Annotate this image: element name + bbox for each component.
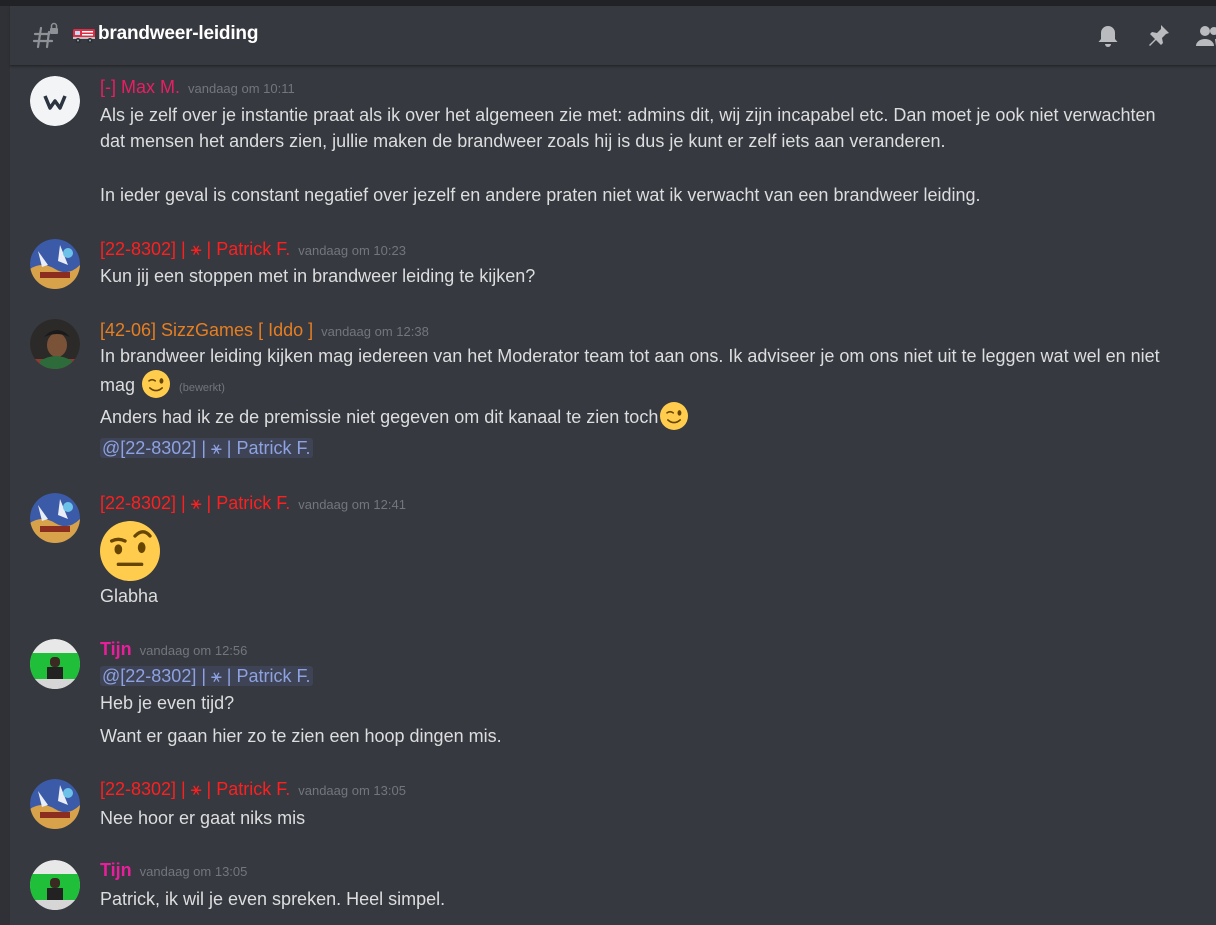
message-text-with-emoji: mag (bewerkt) xyxy=(100,370,1210,402)
author-name[interactable]: Tijn xyxy=(100,860,132,880)
bell-icon[interactable] xyxy=(1094,22,1122,50)
timestamp: vandaag om 12:38 xyxy=(321,324,429,339)
avatar-patrick[interactable] xyxy=(30,239,80,289)
user-mention[interactable]: @[22-8302] | ⚹ | Patrick F. xyxy=(100,438,313,458)
author-name[interactable]: Tijn xyxy=(100,639,132,659)
author-name[interactable]: [-] Max M. xyxy=(100,77,180,97)
author-name[interactable]: [22-8302] | ⚹ | Patrick F. xyxy=(100,239,290,259)
timestamp: vandaag om 12:56 xyxy=(139,643,248,658)
timestamp: vandaag om 13:05 xyxy=(298,783,406,798)
message-text: Als je zelf over je instantie praat als … xyxy=(100,105,1156,125)
sidebar-edge xyxy=(0,6,10,925)
avatar-tijn[interactable] xyxy=(30,639,80,689)
message-text: mag xyxy=(100,375,136,395)
message-text: In brandweer leiding kijken mag iedereen… xyxy=(100,346,1160,366)
message-text: Glabha xyxy=(100,586,159,606)
user-mention[interactable]: @[22-8302] | ⚹ | Patrick F. xyxy=(100,666,313,686)
timestamp: vandaag om 10:11 xyxy=(188,81,295,96)
message-text: Want er gaan hier zo te zien een hoop di… xyxy=(100,726,502,746)
mention-line: @[22-8302] | ⚹ | Patrick F. xyxy=(100,663,1210,690)
pin-icon[interactable] xyxy=(1144,22,1172,50)
mention-line: @[22-8302] | ⚹ | Patrick F. xyxy=(100,435,1210,462)
message-text: In ieder geval is constant negatief over… xyxy=(100,185,981,205)
author-name[interactable]: [22-8302] | ⚹ | Patrick F. xyxy=(100,493,290,513)
avatar-patrick[interactable] xyxy=(30,493,80,543)
message-text: Patrick, ik wil je even spreken. Heel si… xyxy=(100,889,446,909)
winking-face-emoji xyxy=(660,402,689,430)
channel-name: brandweer-leiding xyxy=(98,23,259,44)
members-icon[interactable] xyxy=(1194,22,1216,50)
avatar-tijn[interactable] xyxy=(30,860,80,910)
avatar-sizzgames[interactable] xyxy=(30,319,80,369)
raised-eyebrow-emoji xyxy=(100,521,160,581)
author-name[interactable]: [42-06] SizzGames [ Iddo ] xyxy=(100,320,313,340)
message-text: Kun jij een stoppen met in brandweer lei… xyxy=(100,266,536,286)
timestamp: vandaag om 13:05 xyxy=(139,864,248,879)
avatar-max[interactable] xyxy=(30,76,80,126)
author-name[interactable]: [22-8302] | ⚹ | Patrick F. xyxy=(100,779,290,799)
text-channel-lock-icon xyxy=(32,22,58,49)
fire-truck-emoji xyxy=(73,29,95,43)
message-list[interactable]: [-] Max M. vandaag om 10:11 Als je zelf o… xyxy=(10,67,1216,925)
message-text: Heb je even tijd? xyxy=(100,693,235,713)
message-text: dat mensen het anders zien, jullie maken… xyxy=(100,131,946,151)
avatar-patrick[interactable] xyxy=(30,779,80,829)
timestamp: vandaag om 10:23 xyxy=(298,243,406,258)
channel-header: brandweer-leiding xyxy=(10,6,1216,66)
message-text: Nee hoor er gaat niks mis xyxy=(100,808,306,828)
timestamp: vandaag om 12:41 xyxy=(298,497,406,512)
edited-label: (bewerkt) xyxy=(179,382,225,394)
winking-face-emoji xyxy=(142,370,171,398)
message-text-with-emoji: Anders had ik ze de premissie niet gegev… xyxy=(100,402,1210,431)
message-text: Anders had ik ze de premissie niet gegev… xyxy=(100,407,659,427)
